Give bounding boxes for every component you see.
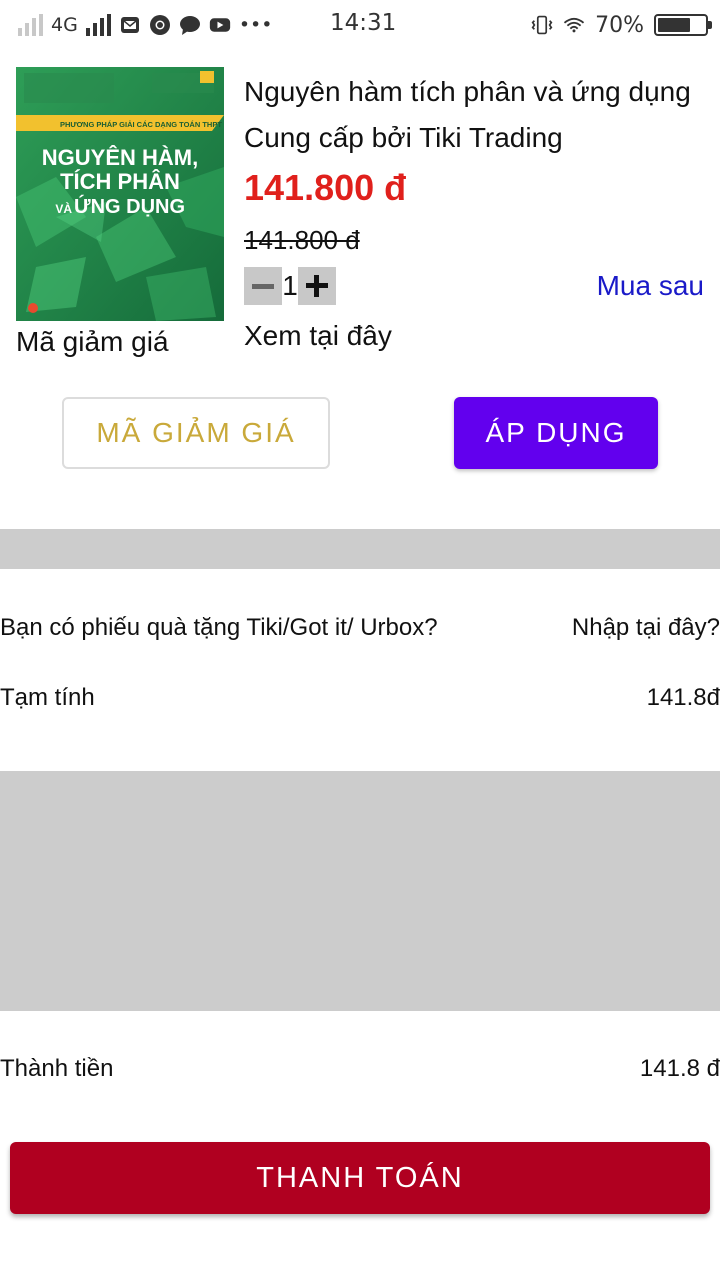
coupon-label: Mã giảm giá <box>16 326 169 357</box>
product-old-price: 141.800 đ <box>244 225 360 255</box>
battery-icon <box>654 14 712 36</box>
cover-title-line3: ỨNG DỤNG <box>74 194 185 218</box>
section-spacer <box>0 771 720 1011</box>
message-icon <box>179 14 201 36</box>
subtotal-value: 141.8đ <box>646 684 720 711</box>
gift-voucher-question: Bạn có phiếu quà tặng Tiki/Got it/ Urbox… <box>0 614 438 641</box>
section-divider <box>0 529 720 569</box>
status-bar: 4G ••• 14:31 70% <box>0 0 720 50</box>
more-notifications-icon: ••• <box>238 14 273 36</box>
chrome-icon <box>149 14 171 36</box>
product-price: 141.800 đ <box>244 167 407 208</box>
subtotal-label: Tạm tính <box>0 684 95 711</box>
cover-title-line3-small: VÀ <box>55 201 72 216</box>
buy-later-link[interactable]: Mua sau <box>597 270 704 302</box>
battery-percent: 70% <box>595 12 644 38</box>
book-cover-art: PHƯƠNG PHÁP GIẢI CÁC DẠNG TOÁN THPT NGUY… <box>16 67 224 321</box>
mail-app-icon <box>119 14 141 36</box>
clock: 14:31 <box>330 10 397 36</box>
total-value: 141.8 đ <box>639 1055 720 1082</box>
cover-title-line2: TÍCH PHÂN <box>60 169 180 194</box>
product-title[interactable]: Nguyên hàm tích phân và ứng dụng <box>244 76 691 108</box>
gift-voucher-link[interactable]: Nhập tại đây? <box>572 614 720 642</box>
decrease-quantity-button[interactable] <box>244 267 282 305</box>
status-left: 4G ••• <box>18 11 272 39</box>
cover-title-line1: NGUYÊN HÀM, <box>42 145 198 170</box>
minus-icon <box>252 283 274 289</box>
product-cover-image[interactable]: PHƯƠNG PHÁP GIẢI CÁC DẠNG TOÁN THPT NGUY… <box>16 67 224 321</box>
wifi-icon <box>563 14 585 36</box>
product-seller: Cung cấp bởi Tiki Trading <box>244 122 563 153</box>
cover-banner-text: PHƯƠNG PHÁP GIẢI CÁC DẠNG TOÁN THPT <box>60 120 222 129</box>
apply-coupon-button[interactable]: ÁP DỤNG <box>454 397 658 469</box>
youtube-icon <box>209 14 231 36</box>
vibrate-icon <box>531 14 553 36</box>
total-label: Thành tiền <box>0 1055 114 1082</box>
network-type: 4G <box>51 14 78 36</box>
checkout-button[interactable]: THANH TOÁN <box>10 1142 710 1214</box>
view-here-link[interactable]: Xem tại đây <box>244 320 392 352</box>
increase-quantity-button[interactable] <box>298 267 336 305</box>
signal-sim1-icon <box>18 14 43 36</box>
status-right: 70% <box>531 11 712 39</box>
quantity-value: 1 <box>282 270 298 301</box>
coupon-code-button[interactable]: MÃ GIẢM GIÁ <box>62 397 330 469</box>
signal-sim2-icon <box>85 14 111 36</box>
quantity-stepper: 1 <box>244 267 336 305</box>
